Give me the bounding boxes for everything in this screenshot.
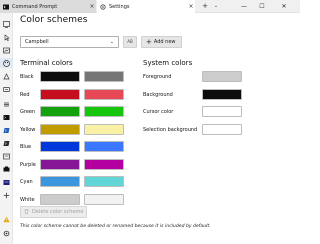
color-schemes-icon[interactable] [0, 58, 13, 68]
system-color-label: Cursor color [143, 109, 174, 115]
warning-icon[interactable] [0, 214, 13, 224]
close-window-button[interactable]: ✕ [276, 0, 292, 13]
system-color-label: Foreground [143, 74, 172, 80]
tab-settings[interactable]: Settings × [97, 0, 195, 13]
add-profile-icon[interactable] [0, 190, 13, 200]
terminal-color-label: Cyan [20, 179, 33, 185]
delete-color-scheme-button[interactable]: Delete color scheme [20, 206, 87, 218]
profile-ubuntu-icon[interactable] [0, 177, 13, 187]
color-swatch-bright-blue[interactable] [84, 141, 124, 152]
profile-defaults-icon[interactable] [0, 99, 13, 109]
tab-bar: Command Prompt × Settings × + ⌄ — ☐ ✕ [0, 0, 300, 13]
terminal-color-label: Green [20, 109, 36, 115]
color-swatch-black[interactable] [40, 71, 80, 82]
terminal-color-label: Red [20, 91, 30, 98]
terminal-color-label: Black [20, 74, 34, 80]
color-swatch-cyan[interactable] [40, 176, 80, 187]
color-swatch-bright-black[interactable] [84, 71, 124, 82]
color-swatch-bright-red[interactable] [84, 88, 124, 100]
terminal-color-label: Blue [20, 144, 32, 150]
system-color-label: Selection background [143, 126, 198, 133]
color-swatch-blue[interactable] [40, 141, 80, 152]
maximize-button[interactable]: ☐ [254, 0, 270, 13]
profile-cmd-icon[interactable] [0, 112, 13, 122]
system-colors-title: System colors [143, 59, 193, 67]
chevron-down-icon: ⌄ [109, 39, 114, 45]
close-tab-icon[interactable]: × [88, 3, 96, 10]
system-color-swatch-cursor-color[interactable] [202, 106, 242, 117]
selected-scheme: Campbell [25, 39, 49, 45]
minimize-button[interactable]: — [236, 0, 252, 13]
color-swatch-green[interactable] [40, 106, 80, 117]
launch-icon[interactable] [0, 19, 13, 29]
rename-scheme-button[interactable]: AB [123, 36, 137, 48]
profile-azure-icon[interactable] [0, 164, 13, 174]
color-swatch-bright-yellow[interactable] [84, 123, 124, 135]
color-swatch-yellow[interactable] [40, 123, 80, 135]
terminal-icon [3, 4, 9, 10]
delete-label: Delete color scheme [32, 209, 84, 215]
profile-terminal-icon[interactable] [0, 151, 13, 161]
gear-icon[interactable] [0, 228, 13, 238]
color-scheme-dropdown[interactable]: Campbell ⌄ [20, 36, 119, 48]
profile-powershell-icon[interactable] [0, 125, 13, 135]
system-color-swatch-foreground[interactable] [202, 71, 242, 82]
profile-pwsh-icon[interactable] [0, 138, 13, 148]
color-swatch-bright-purple[interactable] [84, 158, 124, 170]
trash-icon [24, 208, 29, 214]
tab-dropdown-chevron-icon[interactable]: ⌄ [212, 0, 220, 13]
rendering-icon[interactable] [0, 71, 13, 81]
color-swatch-purple[interactable] [40, 158, 80, 170]
info-note: This color scheme cannot be deleted or r… [20, 224, 211, 229]
tab-label: Command Prompt [12, 3, 58, 10]
terminal-color-label: Yellow [20, 126, 36, 133]
tab-label: Settings [109, 3, 130, 10]
system-color-swatch-background[interactable] [202, 88, 242, 100]
terminal-color-label: White [20, 196, 35, 203]
appearance-icon[interactable] [0, 45, 13, 55]
tab-command-prompt[interactable]: Command Prompt × [0, 0, 96, 13]
system-color-swatch-selection-background[interactable] [202, 123, 242, 135]
color-swatch-bright-cyan[interactable] [84, 176, 124, 187]
plus-icon: + [146, 38, 152, 46]
add-new-button[interactable]: + Add new [141, 36, 182, 48]
system-color-label: Background [143, 91, 173, 98]
terminal-color-label: Purple [20, 161, 36, 168]
color-swatch-bright-green[interactable] [84, 106, 124, 117]
new-tab-button[interactable]: + [200, 0, 210, 13]
actions-icon[interactable] [0, 84, 13, 94]
page-title: Color schemes [20, 15, 88, 25]
close-tab-icon[interactable]: × [187, 3, 195, 10]
color-swatch-red[interactable] [40, 88, 80, 100]
color-swatch-bright-white[interactable] [84, 193, 124, 205]
settings-sidebar [0, 13, 13, 244]
color-swatch-white[interactable] [40, 193, 80, 205]
gear-icon [100, 3, 106, 10]
terminal-colors-title: Terminal colors [20, 59, 73, 67]
interaction-icon[interactable] [0, 32, 13, 42]
add-new-label: Add new [153, 39, 176, 45]
